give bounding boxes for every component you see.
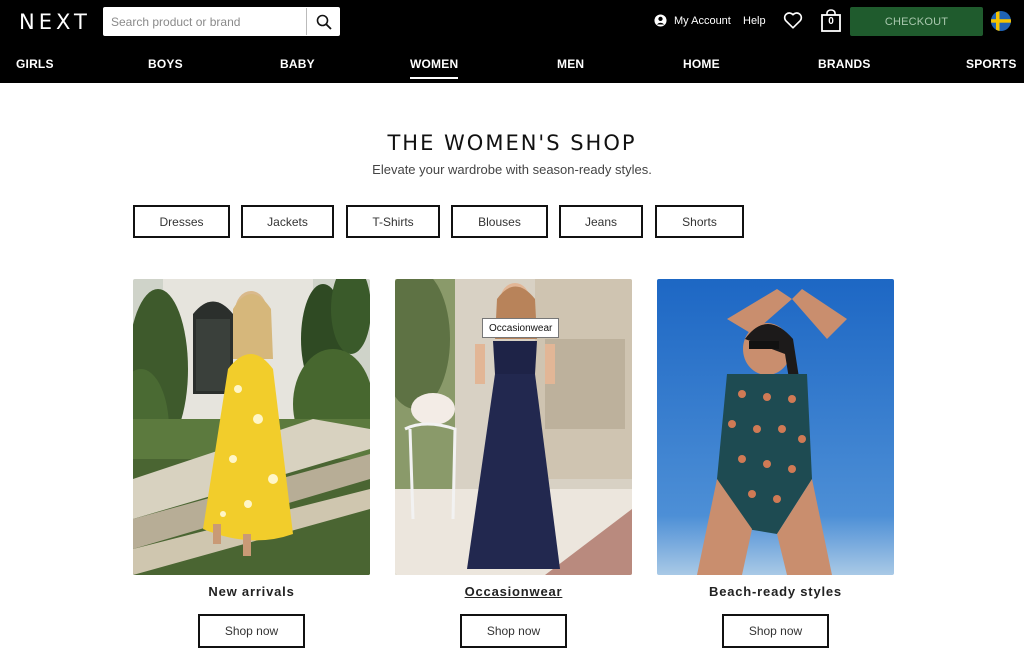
nav-baby[interactable]: BABY — [280, 57, 315, 71]
nav-girls[interactable]: GIRLS — [16, 57, 54, 71]
chip-jackets[interactable]: Jackets — [241, 205, 334, 238]
chip-blouses[interactable]: Blouses — [451, 205, 548, 238]
heart-icon[interactable] — [782, 9, 804, 31]
search-button[interactable] — [306, 8, 340, 35]
main-nav: GIRLS BOYS BABY WOMEN MEN HOME BRANDS SP… — [0, 52, 1024, 83]
my-account-link[interactable]: My Account — [654, 14, 731, 27]
page-title: THE WOMEN'S SHOP — [387, 131, 637, 155]
bag-count: 0 — [828, 16, 834, 27]
user-icon — [654, 14, 667, 27]
occasionwear-shop-button[interactable]: Shop now — [460, 614, 567, 648]
new-arrivals-image[interactable] — [133, 279, 370, 575]
help-link[interactable]: Help — [743, 15, 766, 27]
checkout-button[interactable]: CHECKOUT — [850, 7, 983, 36]
nav-women[interactable]: WOMEN — [410, 57, 459, 79]
search-bar — [103, 7, 340, 36]
beach-ready-shop-button[interactable]: Shop now — [722, 614, 829, 648]
new-arrivals-label[interactable]: New arrivals — [133, 584, 370, 599]
next-logo[interactable]: NEXT — [19, 10, 91, 34]
beach-ready-image[interactable] — [657, 279, 894, 575]
nav-men[interactable]: MEN — [557, 57, 584, 71]
search-input[interactable] — [103, 7, 303, 36]
site-header: NEXT My Account Help 0 CHECKOUT — [0, 0, 1024, 83]
chip-shorts[interactable]: Shorts — [655, 205, 744, 238]
nav-boys[interactable]: BOYS — [148, 57, 183, 71]
sweden-flag-icon[interactable] — [991, 11, 1011, 31]
beach-ready-label[interactable]: Beach-ready styles — [657, 584, 894, 599]
new-arrivals-shop-button[interactable]: Shop now — [198, 614, 305, 648]
chip-jeans[interactable]: Jeans — [559, 205, 643, 238]
chip-dresses[interactable]: Dresses — [133, 205, 230, 238]
nav-brands[interactable]: BRANDS — [818, 57, 871, 71]
nav-home[interactable]: HOME — [683, 57, 720, 71]
occasionwear-tooltip: Occasionwear — [482, 318, 560, 338]
page-subtitle: Elevate your wardrobe with season-ready … — [372, 162, 652, 177]
my-account-label: My Account — [674, 14, 731, 27]
chip-t-shirts[interactable]: T-Shirts — [346, 205, 440, 238]
search-icon — [316, 14, 332, 30]
shopping-bag-button[interactable]: 0 — [820, 9, 842, 33]
nav-sports[interactable]: SPORTS — [966, 57, 1017, 71]
occasionwear-label[interactable]: Occasionwear — [395, 584, 632, 599]
